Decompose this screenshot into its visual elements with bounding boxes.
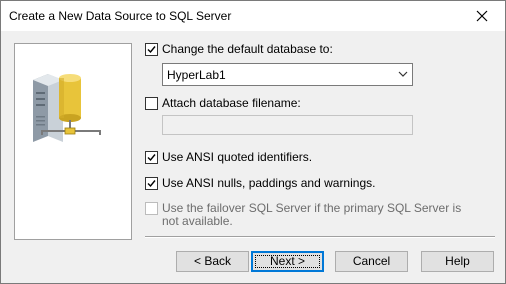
failover-checkbox (145, 202, 158, 215)
cancel-button-label: Cancel (352, 254, 391, 268)
dialog-window: Create a New Data Source to SQL Server C… (0, 0, 506, 284)
check-icon (147, 46, 156, 54)
ansi-quoted-identifiers-label: Use ANSI quoted identifiers. (162, 150, 313, 164)
attach-database-filename-checkbox[interactable] (145, 97, 158, 110)
help-button[interactable]: Help (421, 251, 494, 272)
ansi-nulls-checkbox[interactable] (145, 177, 158, 190)
ansi-nulls-option[interactable]: Use ANSI nulls, paddings and warnings. (145, 177, 375, 190)
change-default-database-option[interactable]: Change the default database to: (145, 43, 333, 56)
attach-database-filename-label: Attach database filename: (162, 96, 301, 110)
attach-database-filename-option[interactable]: Attach database filename: (145, 97, 301, 110)
close-icon (476, 10, 488, 22)
default-database-select[interactable]: HyperLab1 (162, 63, 413, 86)
database-server-icon (33, 74, 101, 142)
cancel-button[interactable]: Cancel (335, 251, 408, 272)
check-icon (147, 154, 156, 162)
check-icon (147, 180, 156, 188)
attach-database-filename-field (162, 115, 413, 135)
help-button-label: Help (445, 254, 470, 268)
change-default-database-checkbox[interactable] (145, 43, 158, 56)
failover-option: Use the failover SQL Server if the prima… (145, 202, 462, 228)
default-database-value: HyperLab1 (167, 68, 226, 82)
failover-label: Use the failover SQL Server if the prima… (162, 201, 462, 228)
ansi-nulls-label: Use ANSI nulls, paddings and warnings. (162, 176, 376, 190)
close-button[interactable] (459, 1, 505, 31)
window-title: Create a New Data Source to SQL Server (9, 9, 232, 23)
back-button-label: < Back (193, 254, 232, 268)
chevron-down-icon (398, 71, 408, 77)
ansi-quoted-identifiers-checkbox[interactable] (145, 151, 158, 164)
next-button[interactable]: Next > (251, 251, 324, 272)
wizard-image-panel (14, 43, 132, 240)
ansi-quoted-identifiers-option[interactable]: Use ANSI quoted identifiers. (145, 151, 312, 164)
change-default-database-label: Change the default database to: (162, 42, 333, 56)
title-bar: Create a New Data Source to SQL Server (1, 1, 505, 31)
button-divider (145, 236, 495, 238)
back-button[interactable]: < Back (176, 251, 249, 272)
focus-rectangle (255, 255, 320, 268)
